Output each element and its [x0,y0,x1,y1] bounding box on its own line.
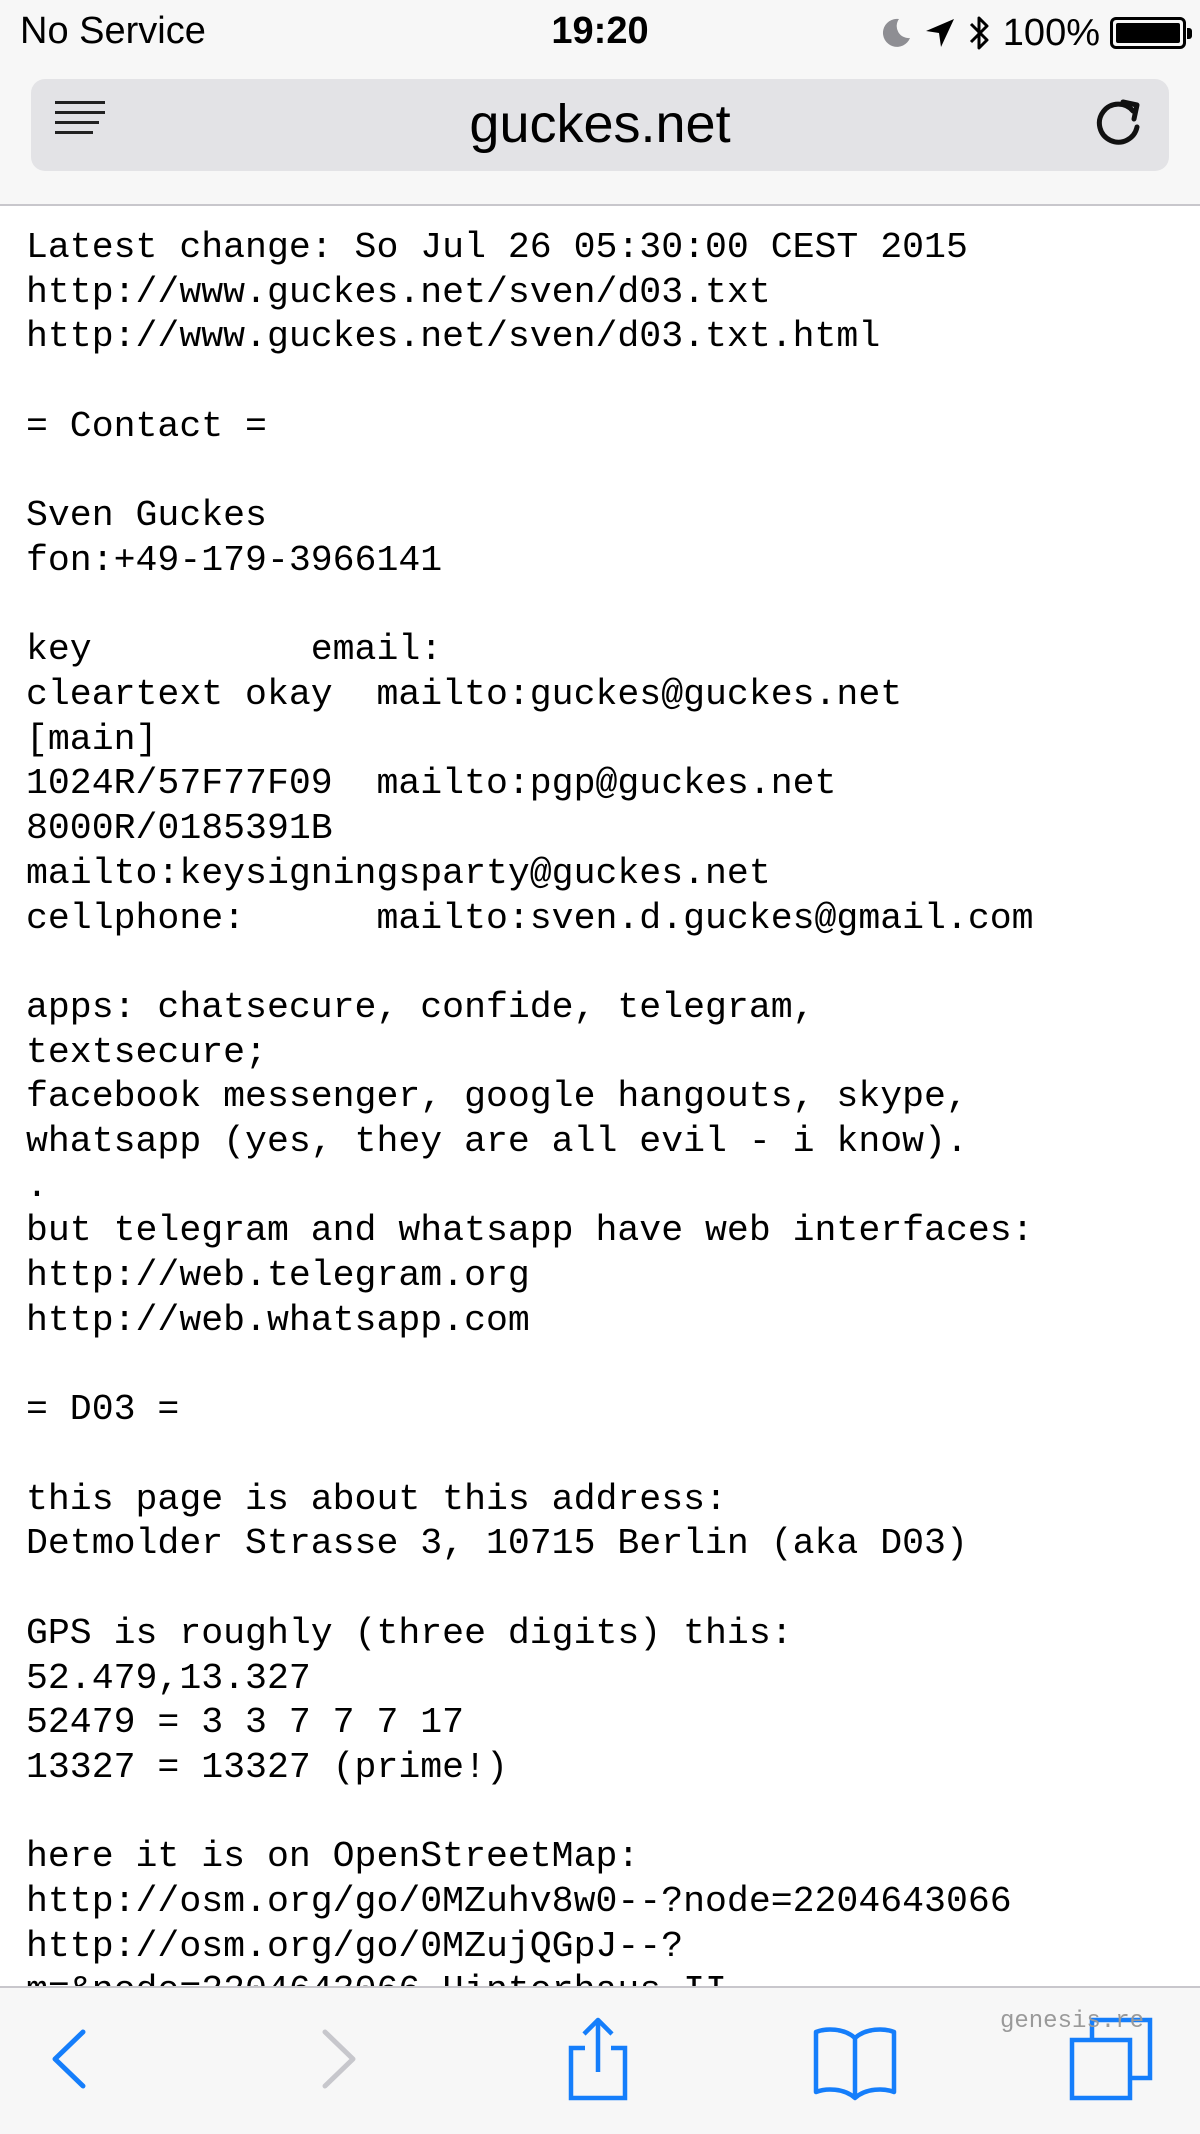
text-line: textsecure; [26,1031,267,1073]
text-line[interactable]: http://www.guckes.net/sven/d03.txt [26,272,771,313]
plain-text-document: Latest change: So Jul 26 05:30:00 CEST 2… [0,206,1200,1986]
bookmarks-icon[interactable] [810,2014,900,2104]
page-content: Latest change: So Jul 26 05:30:00 CEST 2… [0,206,1200,1986]
location-arrow-icon [925,19,954,47]
text-line: 13327 = 13327 (prime!) [26,1746,508,1788]
text-line: fon:+49-179-3966141 [26,539,443,581]
text-line: facebook messenger, google hangouts, sky… [26,1076,968,1118]
watermark-text: genesis.re [999,2008,1144,2035]
forward-icon[interactable] [293,2014,383,2104]
text-line[interactable]: mailto:keysigningsparty@guckes.net [26,853,771,894]
back-icon[interactable] [25,2014,115,2104]
text-line: m=&node=2204643066 Hinterhaus II [26,1970,727,1986]
text-line[interactable]: http://web.telegram.org [26,1255,530,1296]
text-line: key email: [26,629,443,671]
text-line: 52479 = 3 3 7 7 7 17 [26,1702,465,1744]
text-line[interactable]: cellphone: mailto:sven.d.guckes@gmail.co… [26,898,1034,939]
text-line: Sven Guckes [26,495,267,537]
address-bar[interactable]: guckes.net [31,79,1169,171]
text-line: here it is on OpenStreetMap: [26,1836,640,1878]
browser-navigation-bar: guckes.net [0,68,1200,206]
text-line: Latest change: So Jul 26 05:30:00 CEST 2… [26,227,968,268]
text-line[interactable]: 1024R/57F77F09 mailto:pgp@guckes.net [26,763,836,804]
text-line: = Contact = [26,405,267,447]
text-line: . [26,1165,48,1207]
text-line: [main] [26,718,158,760]
battery-level [1116,23,1180,43]
status-bar: No Service 19:20 100% [0,0,1200,68]
text-line: Detmolder Strasse 3, 10715 Berlin (aka D… [26,1523,968,1565]
text-line[interactable]: http://osm.org/go/0MZuhv8w0--?node=22046… [26,1881,1012,1922]
text-line: apps: chatsecure, confide, telegram, [26,986,815,1028]
reload-icon[interactable] [1089,93,1149,153]
text-line: GPS is roughly (three digits) this: [26,1612,793,1654]
text-line[interactable]: http://web.whatsapp.com [26,1300,530,1341]
browser-toolbar: genesis.re [0,1986,1200,2134]
battery-icon [1110,17,1192,49]
battery-percent: 100% [1002,11,1100,54]
moon-icon [882,18,910,47]
share-icon[interactable] [553,2014,643,2104]
text-line[interactable]: http://osm.org/go/0MZujQGpJ--? [26,1926,683,1967]
text-line: but telegram and whatsapp have web inter… [26,1210,1034,1252]
bluetooth-icon [969,16,989,50]
text-line: whatsapp (yes, they are all evil - i kno… [26,1121,968,1163]
text-line: this page is about this address: [26,1478,727,1520]
url-domain[interactable]: guckes.net [31,93,1169,155]
text-line: 8000R/0185391B [26,808,333,850]
text-line[interactable]: http://www.guckes.net/sven/d03.txt.html [26,316,880,357]
status-icons: 100% [879,8,1192,58]
text-line: = D03 = [26,1389,180,1431]
text-line[interactable]: cleartext okay mailto:guckes@guckes.net [26,674,902,715]
text-line: 52.479,13.327 [26,1657,311,1699]
